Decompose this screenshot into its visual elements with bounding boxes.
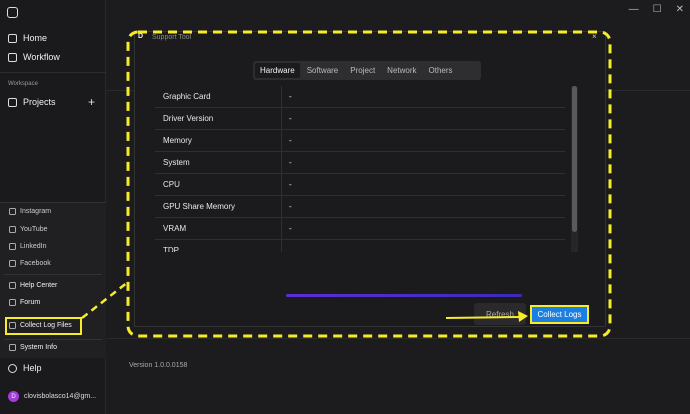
tab-bar: Hardware Software Project Network Others: [253, 61, 481, 80]
sidebar-item-label: Help: [23, 363, 42, 373]
sidebar-item-label: Projects: [23, 97, 56, 107]
projects-icon: [8, 97, 17, 107]
sidebar-item-home[interactable]: Home: [8, 33, 47, 43]
user-account[interactable]: D clovisbolasco14@gm...: [8, 391, 96, 402]
refresh-button[interactable]: Refresh: [474, 303, 526, 325]
tab-network[interactable]: Network: [382, 63, 421, 78]
workspace-label: Workspace: [8, 81, 38, 87]
instagram-icon: [9, 208, 16, 215]
row-value: -: [289, 180, 292, 189]
table-row: CPU -: [155, 174, 565, 196]
minimize-button[interactable]: —: [629, 4, 639, 15]
tab-software[interactable]: Software: [302, 63, 344, 78]
dialog-close-button[interactable]: ×: [592, 32, 597, 41]
user-email: clovisbolasco14@gm...: [24, 393, 97, 400]
help-icon: [8, 363, 17, 373]
progress-bar: [286, 294, 522, 297]
menu-item-label: Facebook: [20, 260, 51, 267]
youtube-icon: [9, 226, 16, 233]
close-window-button[interactable]: ✕: [676, 4, 684, 15]
menu-item-label: LinkedIn: [20, 243, 47, 250]
row-value: -: [289, 224, 292, 233]
workflow-icon: [8, 52, 17, 62]
table-row: VRAM -: [155, 218, 565, 240]
table-row: Driver Version -: [155, 108, 565, 130]
table-row: Memory -: [155, 130, 565, 152]
row-key: TDP: [163, 246, 179, 252]
menu-item-instagram[interactable]: Instagram: [9, 208, 51, 215]
row-key: VRAM: [163, 224, 187, 233]
row-key: Driver Version: [163, 114, 214, 123]
column-separator: [281, 152, 282, 174]
tab-others[interactable]: Others: [424, 63, 458, 78]
avatar: D: [8, 391, 19, 402]
system-info-icon: [9, 344, 16, 351]
menu-item-youtube[interactable]: YouTube: [9, 226, 48, 233]
menu-item-facebook[interactable]: Facebook: [9, 260, 51, 267]
menu-divider: [4, 339, 102, 340]
home-icon: [8, 33, 17, 43]
row-key: System: [163, 158, 190, 167]
row-value: -: [289, 158, 292, 167]
main-divider: [106, 338, 690, 339]
dialog-logo: D: [138, 33, 144, 40]
tab-project[interactable]: Project: [345, 63, 380, 78]
table-row: GPU Share Memory -: [155, 196, 565, 218]
menu-item-linkedin[interactable]: LinkedIn: [9, 243, 46, 250]
window-controls: — ☐ ✕: [629, 4, 684, 15]
column-separator: [281, 130, 282, 152]
collect-logs-button[interactable]: Collect Logs: [530, 305, 589, 324]
column-separator: [281, 108, 282, 130]
table-row: TDP: [155, 240, 565, 252]
row-key: Memory: [163, 136, 192, 145]
hardware-table: Graphic Card - Driver Version - Memory -…: [155, 86, 575, 252]
row-value: -: [289, 114, 292, 123]
menu-item-forum[interactable]: Forum: [9, 299, 40, 306]
row-value: -: [289, 92, 292, 101]
sidebar-divider: [0, 72, 106, 73]
row-key: Graphic Card: [163, 92, 211, 101]
sidebar-item-workflow[interactable]: Workflow: [8, 52, 60, 62]
menu-item-label: Help Center: [20, 282, 58, 289]
linkedin-icon: [9, 243, 16, 250]
menu-item-label: Forum: [20, 299, 41, 306]
forum-icon: [9, 299, 16, 306]
sidebar-item-label: Workflow: [23, 52, 60, 62]
help-center-icon: [9, 282, 16, 289]
tab-hardware[interactable]: Hardware: [255, 63, 300, 78]
menu-divider: [4, 274, 102, 275]
column-separator: [281, 196, 282, 218]
column-separator: [281, 86, 282, 108]
app-logo-icon: [7, 7, 18, 18]
column-separator: [281, 240, 282, 252]
annotation-highlight-box: [5, 317, 82, 335]
column-separator: [281, 218, 282, 240]
row-value: -: [289, 202, 292, 211]
table-row: Graphic Card -: [155, 86, 565, 108]
sidebar-item-label: Home: [23, 33, 48, 43]
menu-item-system-info[interactable]: System Info: [9, 344, 57, 351]
row-value: -: [289, 136, 292, 145]
menu-item-help-center[interactable]: Help Center: [9, 282, 57, 289]
menu-item-label: Instagram: [20, 208, 52, 215]
row-key: GPU Share Memory: [163, 202, 236, 211]
menu-item-label: YouTube: [20, 226, 48, 233]
version-label: Version 1.0.0.0158: [129, 362, 188, 369]
table-scrollbar-thumb[interactable]: [572, 86, 577, 232]
table-row: System -: [155, 152, 565, 174]
menu-item-label: System Info: [20, 344, 57, 351]
facebook-icon: [9, 260, 16, 267]
add-project-button[interactable]: +: [88, 95, 95, 109]
sidebar-item-help[interactable]: Help: [8, 363, 42, 373]
dialog-title: Support Tool: [152, 34, 192, 41]
column-separator: [281, 174, 282, 196]
sidebar-item-projects[interactable]: Projects: [8, 97, 56, 107]
maximize-button[interactable]: ☐: [653, 4, 662, 15]
row-key: CPU: [163, 180, 180, 189]
